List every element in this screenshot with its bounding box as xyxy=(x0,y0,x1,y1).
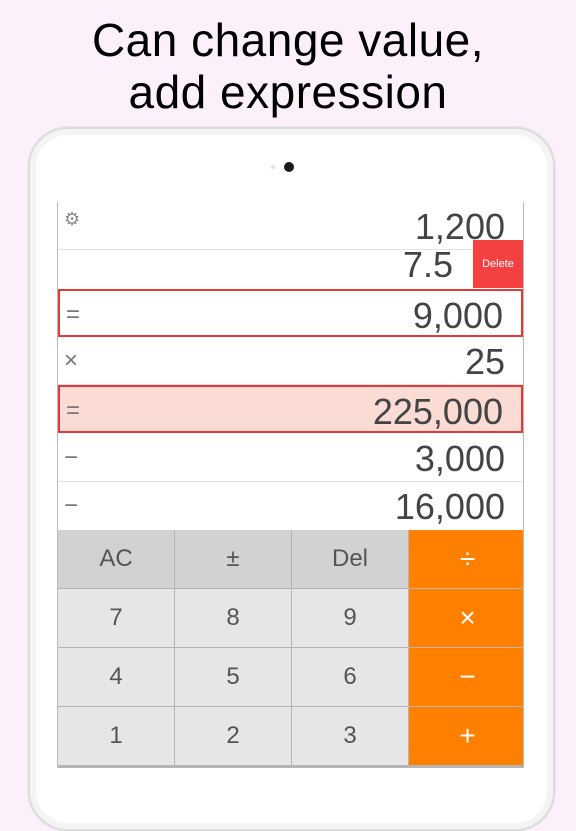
add-button[interactable]: + xyxy=(409,707,523,765)
headline-line-2: add expression xyxy=(128,66,448,118)
multiply-operator: × xyxy=(64,347,79,374)
subtract-button[interactable]: − xyxy=(409,648,523,706)
tape-row[interactable]: × 25 xyxy=(58,337,523,385)
digit-6-button[interactable]: 6 xyxy=(292,648,408,706)
digit-4-button[interactable]: 4 xyxy=(58,648,174,706)
tape-row[interactable]: − 16,000 xyxy=(58,482,523,530)
headline-line-1: Can change value, xyxy=(91,14,485,66)
digit-8-button[interactable]: 8 xyxy=(175,589,291,647)
calculator-screen: ⚙ 1,200 7.5 Delete = 9,000 × 25 = 225,00… xyxy=(57,202,524,768)
divide-button[interactable]: ÷ xyxy=(409,530,523,588)
tape-row-result[interactable]: = 9,000 xyxy=(58,289,523,337)
tape-row-result-selected[interactable]: = 225,000 xyxy=(58,385,523,433)
equals-operator: = xyxy=(66,301,81,328)
tape-value: 3,000 xyxy=(414,438,505,479)
front-camera xyxy=(284,162,294,172)
minus-operator: − xyxy=(64,444,79,471)
digit-3-button[interactable]: 3 xyxy=(292,707,408,765)
digit-7-button[interactable]: 7 xyxy=(58,589,174,647)
digit-5-button[interactable]: 5 xyxy=(175,648,291,706)
digit-1-button[interactable]: 1 xyxy=(58,707,174,765)
multiply-button[interactable]: × xyxy=(409,589,523,647)
digit-2-button[interactable]: 2 xyxy=(175,707,291,765)
sensor-dot xyxy=(271,165,275,169)
gear-icon[interactable]: ⚙ xyxy=(64,210,82,228)
tape-row-swiped[interactable]: 7.5 xyxy=(58,240,523,288)
tape-row[interactable]: − 3,000 xyxy=(58,434,523,482)
delete-key-button[interactable]: Del xyxy=(292,530,408,588)
all-clear-button[interactable]: AC xyxy=(58,530,174,588)
calculation-tape: ⚙ 1,200 7.5 Delete = 9,000 × 25 = 225,00… xyxy=(58,202,523,530)
minus-operator: − xyxy=(64,492,79,519)
tape-value: 16,000 xyxy=(394,486,505,527)
keypad: AC ± Del ÷ 7 8 9 × 4 5 6 − 1 2 3 + xyxy=(58,530,523,768)
delete-button[interactable]: Delete xyxy=(473,240,523,288)
tape-value: 225,000 xyxy=(372,391,503,432)
tape-value: 9,000 xyxy=(412,295,503,336)
tape-value: 25 xyxy=(464,341,505,382)
digit-9-button[interactable]: 9 xyxy=(292,589,408,647)
tape-value: 7.5 xyxy=(402,244,453,285)
plus-minus-button[interactable]: ± xyxy=(175,530,291,588)
equals-operator: = xyxy=(66,397,81,424)
